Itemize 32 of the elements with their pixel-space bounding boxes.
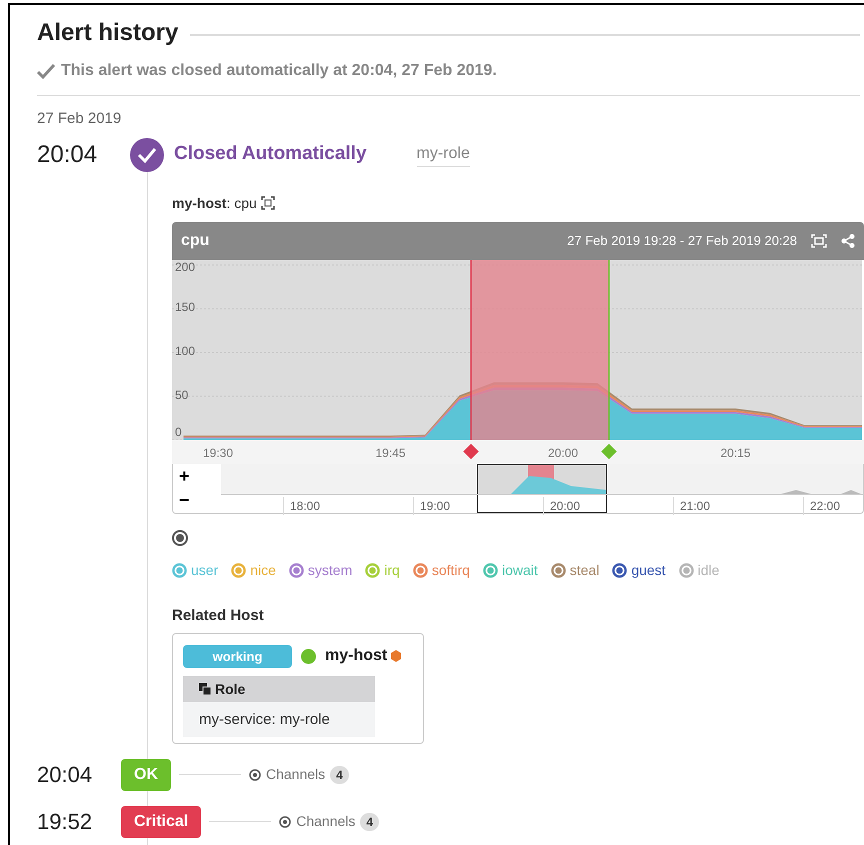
y-tick-label: 50 bbox=[175, 388, 188, 402]
x-tick-label: 19:45 bbox=[375, 444, 406, 462]
related-host-title: Related Host bbox=[172, 606, 265, 626]
section-title: Alert history bbox=[37, 18, 178, 48]
navigator-tick-label: 21:00 bbox=[673, 496, 710, 514]
metric-label: my-host: cpu bbox=[172, 194, 257, 213]
event-time: 20:04 bbox=[37, 761, 94, 789]
chart-title: cpu bbox=[181, 230, 210, 250]
event-status-badge: OK bbox=[121, 758, 171, 790]
x-tick-label: 20:00 bbox=[548, 444, 578, 462]
role-header-text: Role bbox=[215, 680, 246, 698]
chart-range: 27 Feb 2019 19:28 - 27 Feb 2019 20:28 bbox=[567, 232, 797, 250]
y-tick-label: 200 bbox=[175, 260, 196, 274]
event-status-badge: Critical bbox=[121, 806, 202, 838]
event-time: 20:04 bbox=[37, 140, 98, 170]
navigator-tick-label: 22:00 bbox=[803, 496, 840, 514]
role-value: my-service: my-role bbox=[183, 702, 375, 737]
closed-notice: This alert was closed automatically at 20:04, 27 Feb 2019. bbox=[61, 61, 497, 81]
status-label: working bbox=[183, 644, 292, 668]
x-tick-label: 20:15 bbox=[720, 444, 751, 462]
channels-count: 4 bbox=[330, 766, 349, 784]
y-tick-label: 150 bbox=[175, 301, 196, 314]
event-time: 19:52 bbox=[37, 808, 94, 836]
event-status: Closed Automatically bbox=[174, 142, 367, 166]
y-tick-label: 0 bbox=[175, 426, 182, 438]
navigator-tick-label: 18:00 bbox=[283, 496, 320, 514]
x-tick-label: 19:30 bbox=[202, 444, 234, 462]
navigator-tick-label: 20:00 bbox=[543, 496, 580, 514]
date-label: 27 Feb 2019 bbox=[37, 109, 122, 129]
navigator-tick-label: 19:00 bbox=[413, 496, 450, 514]
channels-count: 4 bbox=[360, 812, 380, 830]
y-tick-label: 100 bbox=[175, 345, 196, 358]
